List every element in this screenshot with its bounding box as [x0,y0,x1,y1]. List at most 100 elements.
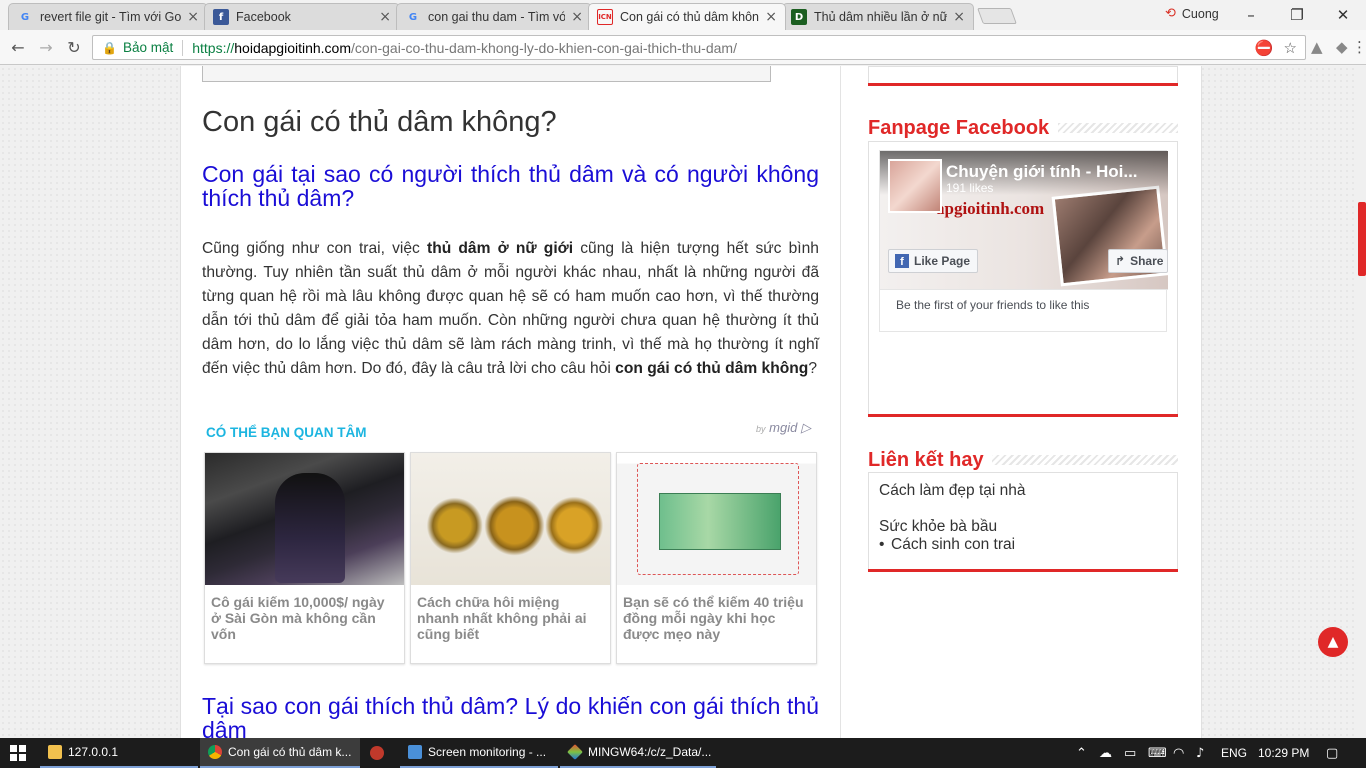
page-scrollbar[interactable] [1356,66,1366,738]
tray-volume-icon[interactable]: ♪ [1196,746,1204,761]
new-tab-button[interactable] [977,8,1017,24]
extension-icon[interactable]: ▲ [1311,38,1323,56]
security-label: Bảo mật [122,40,174,55]
title-stripes [990,455,1178,465]
close-icon[interactable]: × [379,9,391,25]
para-bold: con gái có thủ dâm không [615,360,809,377]
tray-clock[interactable]: 10:29 PM [1258,746,1309,760]
tab-con-gai-co-thu-dam[interactable]: ICN Con gái có thủ dâm khôn × [588,3,786,30]
taskbar-item-label: Screen monitoring - ... [428,745,547,759]
maximize-icon[interactable]: ❐ [1274,4,1320,26]
close-icon[interactable]: × [571,9,583,25]
sidebar-accent-line [868,569,1178,572]
close-icon[interactable]: × [187,9,199,25]
recommend-card[interactable]: Cô gái kiếm 10,000$/ ngày ở Sài Gòn mà k… [204,452,405,664]
back-icon[interactable]: ← [7,37,29,57]
article-heading: Con gái có thủ dâm không? [202,106,557,138]
taskbar-item-label: MINGW64:/c/z_Data/... [588,745,712,759]
fb-like-count: 191 likes [946,181,994,195]
tab-thu-dam-nhieu-lan[interactable]: D Thủ dâm nhiều lần ở nữ g × [782,3,974,30]
close-icon[interactable]: × [953,9,965,25]
close-window-icon[interactable]: ✕ [1320,4,1366,26]
taskbar-item-label: Con gái có thủ dâm k... [228,745,352,759]
recommend-card[interactable]: Bạn sẽ có thể kiếm 40 triệu đồng mỗi ngà… [616,452,817,664]
recommend-card[interactable]: Cách chữa hôi miệng nhanh nhất không phả… [410,452,611,664]
tray-keyboard-icon[interactable]: ⌨ [1148,746,1167,761]
scrollbar-thumb[interactable] [1358,202,1366,276]
extension-icon[interactable]: ◆ [1336,38,1348,56]
tab-con-gai-thu-dam-search[interactable]: G con gai thu dam - Tìm vớ × [396,3,592,30]
url-scheme: https:// [192,39,235,56]
taskbar-item-chrome[interactable]: Con gái có thủ dâm k... [200,738,360,768]
box-icon [408,745,422,759]
forward-icon[interactable]: → [35,37,57,57]
bookmark-star-icon[interactable]: ☆ [1284,39,1297,57]
profile-button[interactable]: ⟲ Cuong [1165,6,1219,21]
taskbar-item-explorer[interactable]: 127.0.0.1 [40,738,198,768]
adchoices-icon: ▷ [800,420,811,435]
mgid-brand: mgid [769,420,798,435]
card-image[interactable] [411,453,610,585]
taskbar-item-screen-monitoring[interactable]: Screen monitoring - ... [400,738,558,768]
address-bar[interactable]: 🔒 Bảo mật https:// hoidapgioitinh.com /c… [92,35,1306,60]
omnibox-actions: ⛔ ☆ [1255,39,1297,57]
fb-page-name[interactable]: Chuyện giới tính - Hoi... [946,162,1162,182]
menu-icon[interactable]: ⋮ [1352,38,1366,56]
tab-revert-file-git[interactable]: G revert file git - Tìm với Go × [8,3,208,30]
tab-title: revert file git - Tìm với Go [40,10,182,24]
sidebar-link[interactable]: Cách làm đẹp tại nhà [879,482,1025,500]
fb-like-page-button[interactable]: f Like Page [888,249,978,273]
tray-wifi-icon[interactable]: ◠ [1173,746,1184,761]
sidebar-link[interactable]: Cách sinh con trai [891,536,1015,554]
google-icon: G [408,11,418,23]
para-text: ? [808,360,818,377]
reload-icon[interactable]: ↻ [63,37,85,57]
app-icon [370,746,384,760]
sidebar-link[interactable]: Sức khỏe bà bầu [879,518,997,536]
tab-title: con gai thu dam - Tìm vớ [428,10,566,24]
title-stripes [1058,123,1178,133]
fb-share-button[interactable]: ↱ Share [1108,249,1168,273]
site-d-icon: D [791,9,807,25]
cookie-blocked-icon[interactable]: ⛔ [1255,39,1274,57]
facebook-page-plugin[interactable]: apgioitinh.com Chuyện giới tính - Hoi...… [879,150,1169,332]
fb-page-avatar[interactable] [888,159,942,213]
tab-facebook[interactable]: f Facebook × [204,3,400,30]
mgid-logo[interactable]: by mgid ▷ [756,420,811,436]
card-caption[interactable]: Bạn sẽ có thể kiếm 40 triệu đồng mỗi ngà… [617,585,816,642]
facebook-icon: f [213,9,229,25]
lock-icon: 🔒 [102,40,117,55]
taskbar-item-app[interactable] [362,738,398,768]
card-image[interactable] [205,453,404,585]
profile-sync-icon: ⟲ [1165,6,1176,21]
article-paragraph: Cũng giống như con trai, việc thủ dâm ở … [202,237,819,381]
tab-strip: G revert file git - Tìm với Go × f Faceb… [0,0,1366,30]
url-path: /con-gai-co-thu-dam-khong-ly-do-khien-co… [351,39,737,56]
card-caption[interactable]: Cách chữa hôi miệng nhanh nhất không phả… [411,585,610,642]
tab-title: Facebook [236,10,291,24]
facebook-icon: f [895,254,909,268]
minimize-icon[interactable]: – [1228,4,1274,26]
share-icon: ↱ [1115,254,1126,268]
links-title: Liên kết hay [868,449,992,472]
tray-app-icon[interactable]: ☁ [1099,746,1112,761]
tray-battery-icon[interactable]: ▭ [1124,746,1136,761]
article-subheading: Tại sao con gái thích thủ dâm? Lý do khi… [202,693,819,738]
url-host: hoidapgioitinh.com [234,39,352,56]
column-divider [840,66,841,738]
card-image[interactable] [617,453,816,585]
previous-content-box [202,66,771,82]
chrome-icon [208,745,222,759]
taskbar-item-git-bash[interactable]: MINGW64:/c/z_Data/... [560,738,716,768]
fb-friends-text: Be the first of your friends to like thi… [880,289,1168,325]
fanpage-title: Fanpage Facebook [868,117,1058,140]
sidebar-accent-line [868,83,1178,86]
fb-cover-brand: apgioitinh.com [936,199,1045,218]
tray-expand-icon[interactable]: ⌃ [1076,746,1087,761]
action-center-icon[interactable]: ▢ [1326,746,1338,761]
scroll-to-top-button[interactable]: ▲ [1318,627,1348,657]
windows-start-icon[interactable] [10,745,26,761]
card-caption[interactable]: Cô gái kiếm 10,000$/ ngày ở Sài Gòn mà k… [205,585,404,642]
close-icon[interactable]: × [765,9,777,25]
tray-language[interactable]: ENG [1221,746,1247,760]
